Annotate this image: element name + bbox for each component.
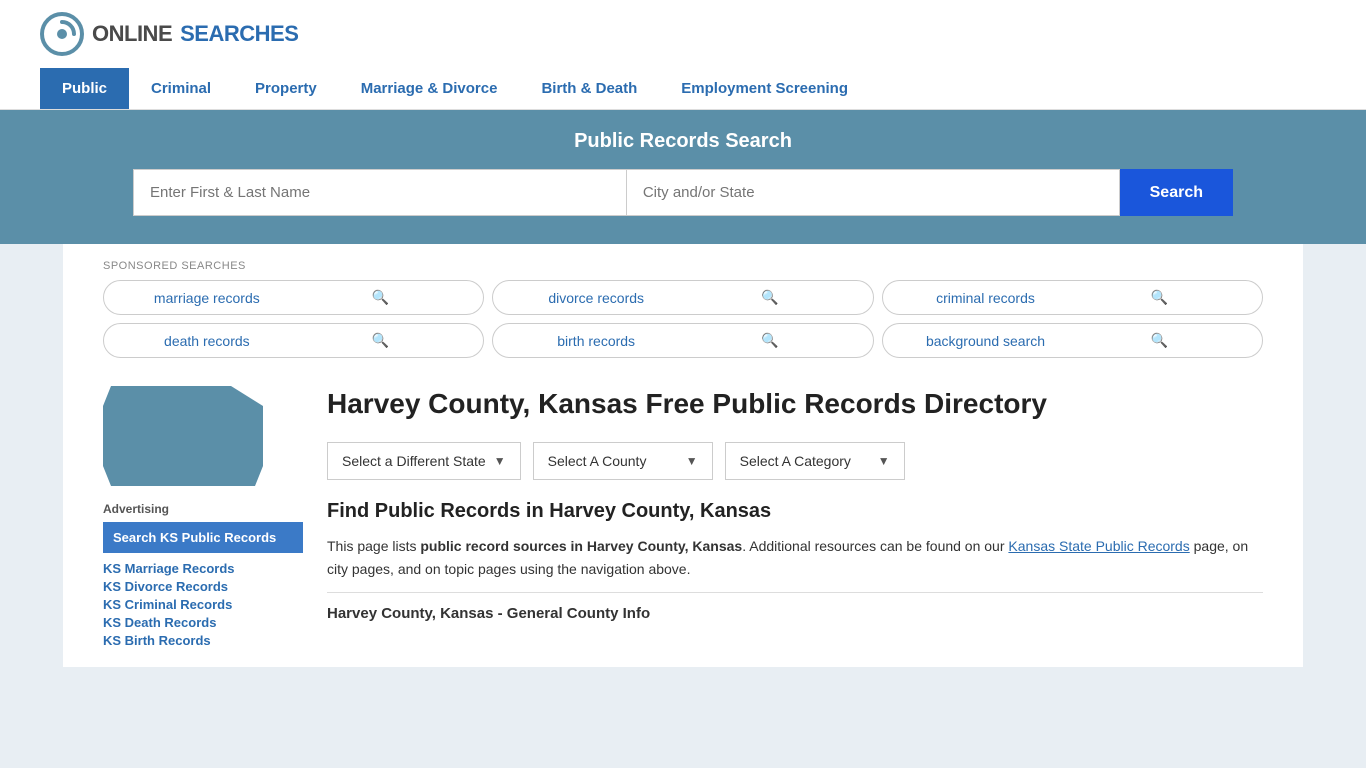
nav-criminal[interactable]: Criminal <box>129 68 233 109</box>
logo-icon <box>40 12 84 56</box>
desc-part2: . Additional resources can be found on o… <box>742 538 1008 554</box>
search-icon-criminal: 🔍 <box>1072 289 1246 306</box>
sponsored-birth-label: birth records <box>509 333 683 349</box>
search-row: Search <box>133 169 1233 216</box>
sponsored-item-birth[interactable]: birth records 🔍 <box>492 323 873 358</box>
sidebar-link-criminal[interactable]: KS Criminal Records <box>103 597 303 612</box>
sponsored-background-label: background search <box>899 333 1073 349</box>
search-icon-background: 🔍 <box>1072 332 1246 349</box>
search-icon-death: 🔍 <box>294 332 468 349</box>
sponsored-death-label: death records <box>120 333 294 349</box>
main-nav: Public Criminal Property Marriage & Divo… <box>0 68 1366 110</box>
sponsored-grid: marriage records 🔍 divorce records 🔍 cri… <box>103 280 1263 358</box>
sponsored-divorce-label: divorce records <box>509 290 683 306</box>
page-title: Harvey County, Kansas Free Public Record… <box>327 386 1263 422</box>
desc-bold: public record sources in Harvey County, … <box>420 538 742 554</box>
sidebar: Advertising Search KS Public Records KS … <box>103 386 303 651</box>
logo-searches-text: SEARCHES <box>180 21 298 47</box>
sidebar-link-birth[interactable]: KS Birth Records <box>103 633 303 648</box>
county-dropdown-label: Select A County <box>548 453 647 469</box>
county-dropdown-arrow: ▼ <box>686 454 698 468</box>
sponsored-item-divorce[interactable]: divorce records 🔍 <box>492 280 873 315</box>
nav-employment[interactable]: Employment Screening <box>659 68 870 109</box>
nav-marriage-divorce[interactable]: Marriage & Divorce <box>339 68 520 109</box>
search-button[interactable]: Search <box>1120 169 1233 216</box>
logo-online-text: ONLINE <box>92 21 172 47</box>
category-dropdown[interactable]: Select A Category ▼ <box>725 442 905 480</box>
sponsored-marriage-label: marriage records <box>120 290 294 306</box>
name-input[interactable] <box>133 169 626 216</box>
main-content: SPONSORED SEARCHES marriage records 🔍 di… <box>63 244 1303 667</box>
search-section-title: Public Records Search <box>40 130 1326 153</box>
sponsored-label: SPONSORED SEARCHES <box>103 260 1263 272</box>
state-dropdown-arrow: ▼ <box>494 454 506 468</box>
search-icon-marriage: 🔍 <box>294 289 468 306</box>
state-dropdown-label: Select a Different State <box>342 453 486 469</box>
nav-public[interactable]: Public <box>40 68 129 109</box>
category-dropdown-arrow: ▼ <box>878 454 890 468</box>
sponsored-section: SPONSORED SEARCHES marriage records 🔍 di… <box>103 260 1263 358</box>
state-dropdown[interactable]: Select a Different State ▼ <box>327 442 521 480</box>
dropdowns-row: Select a Different State ▼ Select A Coun… <box>327 442 1263 480</box>
search-icon-birth: 🔍 <box>683 332 857 349</box>
sponsored-item-background[interactable]: background search 🔍 <box>882 323 1263 358</box>
desc-part1: This page lists <box>327 538 420 554</box>
find-description: This page lists public record sources in… <box>327 535 1263 580</box>
sidebar-link-divorce[interactable]: KS Divorce Records <box>103 579 303 594</box>
header: ONLINE SEARCHES <box>0 0 1366 68</box>
sidebar-advertising-label: Advertising <box>103 502 303 516</box>
sponsored-item-death[interactable]: death records 🔍 <box>103 323 484 358</box>
county-dropdown[interactable]: Select A County ▼ <box>533 442 713 480</box>
nav-property[interactable]: Property <box>233 68 339 109</box>
sidebar-link-marriage[interactable]: KS Marriage Records <box>103 561 303 576</box>
sponsored-criminal-label: criminal records <box>899 290 1073 306</box>
nav-birth-death[interactable]: Birth & Death <box>519 68 659 109</box>
county-info-title: Harvey County, Kansas - General County I… <box>327 592 1263 622</box>
main-area: Harvey County, Kansas Free Public Record… <box>327 386 1263 651</box>
search-icon-divorce: 🔍 <box>683 289 857 306</box>
find-records-title: Find Public Records in Harvey County, Ka… <box>327 500 1263 523</box>
desc-link[interactable]: Kansas State Public Records <box>1008 538 1189 554</box>
category-dropdown-label: Select A Category <box>740 453 851 469</box>
body-layout: Advertising Search KS Public Records KS … <box>103 378 1263 651</box>
logo[interactable]: ONLINE SEARCHES <box>40 12 298 56</box>
sidebar-link-death[interactable]: KS Death Records <box>103 615 303 630</box>
sponsored-item-criminal[interactable]: criminal records 🔍 <box>882 280 1263 315</box>
kansas-map-shape <box>103 386 263 486</box>
sponsored-item-marriage[interactable]: marriage records 🔍 <box>103 280 484 315</box>
location-input[interactable] <box>626 169 1120 216</box>
search-section: Public Records Search Search <box>0 110 1366 244</box>
sidebar-ad-box[interactable]: Search KS Public Records <box>103 522 303 553</box>
